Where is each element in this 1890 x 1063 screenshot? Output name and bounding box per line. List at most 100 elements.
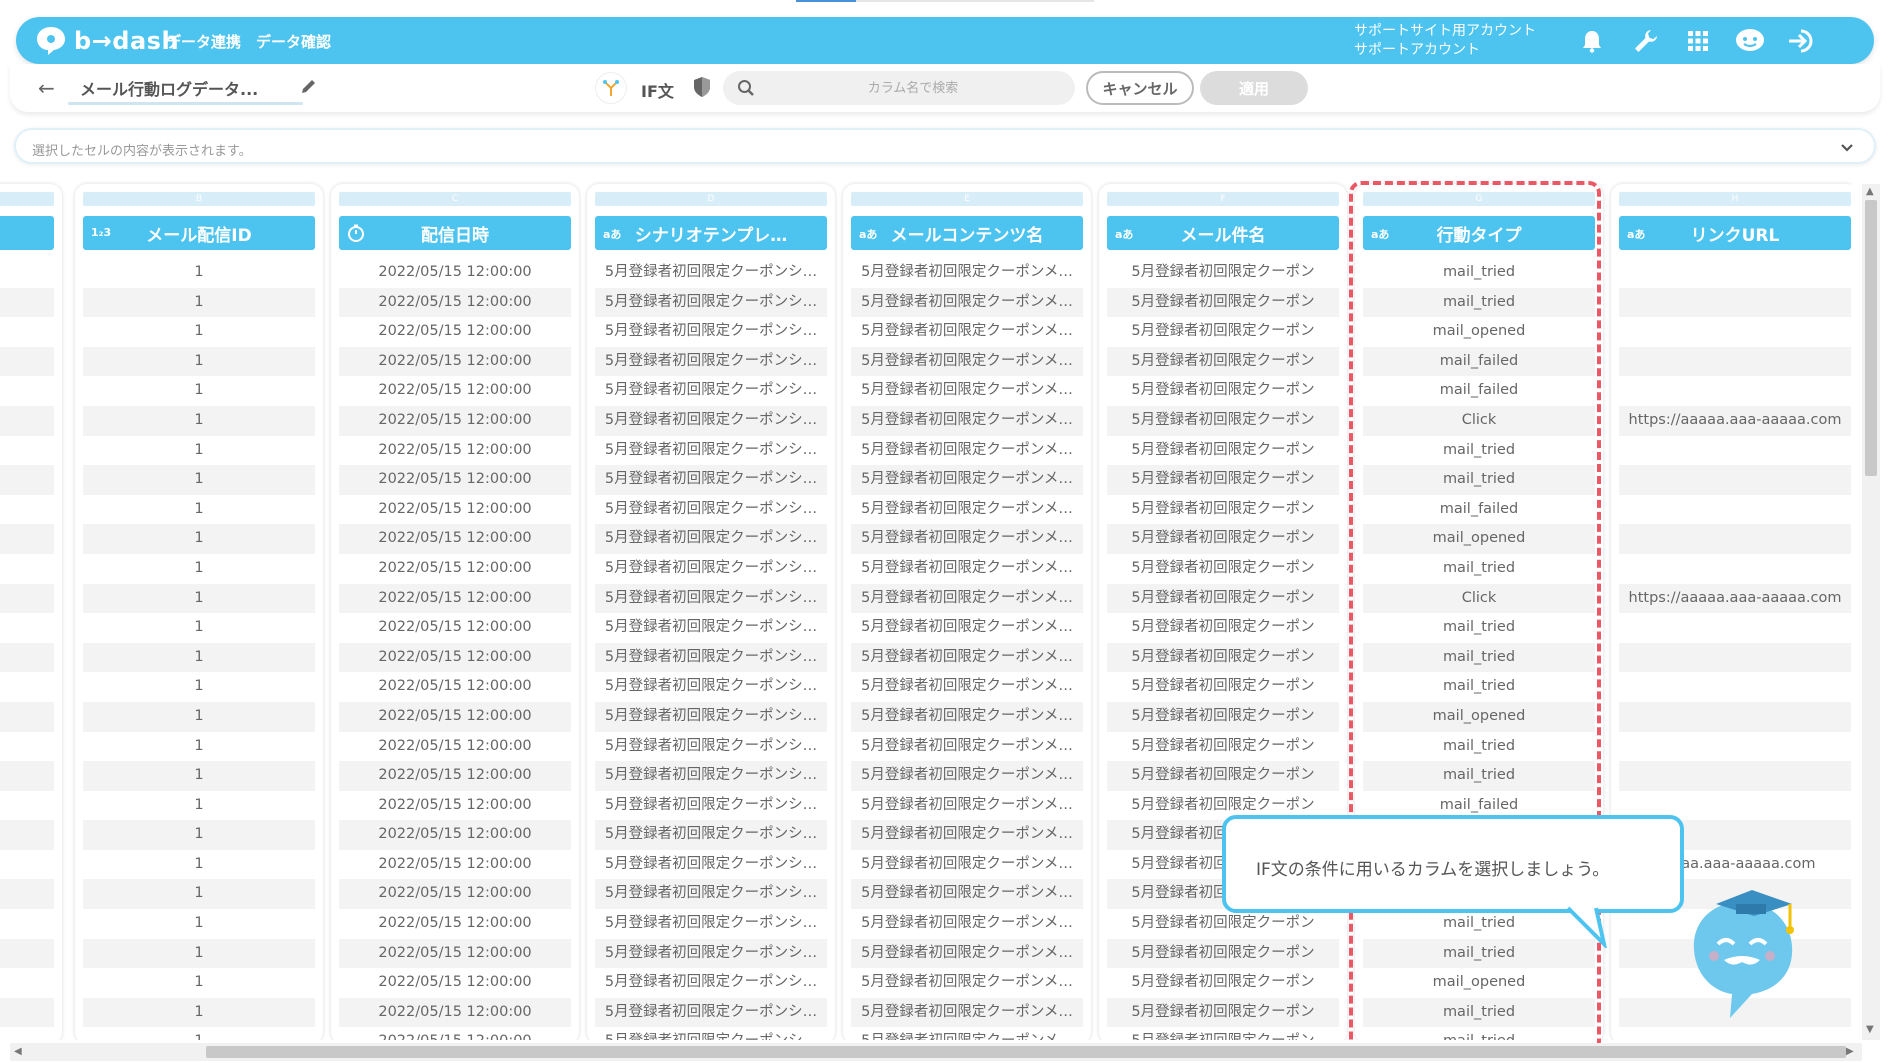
grid-cell[interactable]: mail_tried [1363,997,1595,1028]
grid-cell[interactable]: https://aaaaa.aaa-aaaaa.com [1619,583,1851,614]
grid-cell[interactable]: 5月登録者初回限定クーポンシ… [595,376,827,406]
horizontal-scroll-thumb[interactable] [206,1046,1846,1058]
grid-cell[interactable]: 2022/05/15 12:00:00 [339,258,571,288]
grid-cell[interactable]: 5月登録者初回限定クーポンシ… [595,938,827,969]
grid-cell[interactable]: 2022/05/15 12:00:00 [339,909,571,939]
grid-cell[interactable]: 1 [83,436,315,466]
grid-cell[interactable]: 1 [83,761,315,791]
grid-cell[interactable]: 5月登録者初回限定クーポン [1107,672,1339,702]
grid-cell[interactable]: 5月登録者初回限定クーポンメ… [851,938,1083,969]
grid-cell[interactable]: 5月登録者初回限定クーポン [1107,938,1339,969]
grid-cell[interactable]: mail_tried [1363,1027,1595,1040]
grid-cell[interactable]: 5月登録者初回限定クーポンメ… [851,997,1083,1028]
grid-cell[interactable]: 2022/05/15 12:00:00 [339,1027,571,1040]
grid-cell[interactable]: 1 [83,938,315,969]
logout-icon[interactable] [1786,25,1818,57]
sheet-title[interactable]: メール行動ログデータ... [80,76,290,100]
grid-cell[interactable]: 2022/05/15 12:00:00 [339,879,571,910]
grid-cell[interactable] [0,820,54,850]
grid-cell[interactable] [1619,701,1851,732]
grid-cell[interactable]: 1 [83,495,315,525]
grid-cell[interactable]: 2022/05/15 12:00:00 [339,761,571,791]
account-info[interactable]: サポートサイト用アカウント サポートアカウント [1354,22,1536,60]
grid-cell[interactable] [1619,258,1851,288]
grid-cell[interactable]: 5月登録者初回限定クーポンシ… [595,346,827,377]
grid-cell[interactable]: mail_opened [1363,524,1595,554]
grid-cell[interactable]: 5月登録者初回限定クーポンメ… [851,732,1083,762]
grid-cell[interactable] [0,791,54,821]
grid-cell[interactable]: 2022/05/15 12:00:00 [339,613,571,643]
column-header-scenario[interactable]: aあ シナリオテンプレ… [595,216,827,250]
grid-cell[interactable]: Click [1363,583,1595,614]
grid-cell[interactable]: 5月登録者初回限定クーポンメ… [851,613,1083,643]
grid-cell[interactable]: mail_failed [1363,376,1595,406]
grid-cell[interactable]: 2022/05/15 12:00:00 [339,376,571,406]
grid-cell[interactable]: 2022/05/15 12:00:00 [339,701,571,732]
grid-cell[interactable]: 1 [83,405,315,436]
grid-cell[interactable] [0,701,54,732]
grid-cell[interactable]: 5月登録者初回限定クーポンメ… [851,968,1083,998]
grid-cell[interactable]: 1 [83,1027,315,1040]
grid-cell[interactable] [1619,613,1851,643]
scroll-up-arrow-icon[interactable]: ▲ [1866,186,1874,197]
bdash-logo[interactable]: b→dash [34,24,179,58]
apply-button[interactable]: 適用 [1200,71,1308,105]
grid-cell[interactable] [0,997,54,1028]
grid-cell[interactable]: 5月登録者初回限定クーポン [1107,495,1339,525]
grid-cell[interactable]: mail_tried [1363,761,1595,791]
grid-cell[interactable]: 5月登録者初回限定クーポン [1107,583,1339,614]
grid-cell[interactable]: 5月登録者初回限定クーポンシ… [595,642,827,673]
column-header[interactable] [0,216,54,250]
column-header-action-type[interactable]: aあ 行動タイプ [1363,216,1595,250]
grid-cell[interactable]: 5月登録者初回限定クーポン [1107,346,1339,377]
grid-cell[interactable]: 5月登録者初回限定クーポンシ… [595,820,827,850]
nav-data-integration[interactable]: データ連携 [166,31,241,52]
grid-cell[interactable] [1619,317,1851,347]
grid-cell[interactable] [1619,346,1851,377]
grid-cell[interactable]: 5月登録者初回限定クーポンシ… [595,968,827,998]
edit-pencil-icon[interactable] [300,77,318,99]
if-branch-icon[interactable] [595,72,627,104]
grid-cell[interactable]: 5月登録者初回限定クーポンシ… [595,879,827,910]
grid-cell[interactable] [0,524,54,554]
grid-cell[interactable]: 2022/05/15 12:00:00 [339,968,571,998]
grid-cell[interactable]: mail_tried [1363,672,1595,702]
grid-cell[interactable]: 5月登録者初回限定クーポンメ… [851,672,1083,702]
grid-cell[interactable]: 1 [83,820,315,850]
horizontal-scrollbar[interactable]: ◀ ▶ [10,1043,1862,1061]
grid-cell[interactable]: mail_opened [1363,968,1595,998]
grid-cell[interactable]: 5月登録者初回限定クーポンメ… [851,642,1083,673]
mascot-chat-icon[interactable] [1734,25,1766,57]
grid-cell[interactable]: 5月登録者初回限定クーポン [1107,376,1339,406]
grid-cell[interactable]: 2022/05/15 12:00:00 [339,436,571,466]
grid-cell[interactable]: 5月登録者初回限定クーポンシ… [595,761,827,791]
grid-cell[interactable]: 5月登録者初回限定クーポンメ… [851,376,1083,406]
grid-cell[interactable]: 5月登録者初回限定クーポン [1107,968,1339,998]
grid-cell[interactable] [0,583,54,614]
grid-cell[interactable]: mail_tried [1363,465,1595,495]
grid-cell[interactable] [1619,436,1851,466]
grid-cell[interactable]: 5月登録者初回限定クーポンメ… [851,1027,1083,1040]
grid-cell[interactable]: 5月登録者初回限定クーポンメ… [851,465,1083,495]
grid-cell[interactable]: 2022/05/15 12:00:00 [339,317,571,347]
grid-cell[interactable]: 2022/05/15 12:00:00 [339,554,571,584]
grid-cell[interactable]: 5月登録者初回限定クーポンシ… [595,997,827,1028]
grid-cell[interactable]: 5月登録者初回限定クーポン [1107,436,1339,466]
grid-cell[interactable] [0,761,54,791]
grid-cell[interactable] [0,909,54,939]
grid-cell[interactable]: 1 [83,554,315,584]
grid-cell[interactable]: 1 [83,732,315,762]
grid-cell[interactable] [0,1027,54,1040]
grid-cell[interactable]: 5月登録者初回限定クーポンシ… [595,909,827,939]
grid-cell[interactable]: 5月登録者初回限定クーポンシ… [595,791,827,821]
wrench-icon[interactable] [1630,25,1662,57]
grid-cell[interactable] [0,642,54,673]
grid-cell[interactable]: 5月登録者初回限定クーポンシ… [595,405,827,436]
grid-cell[interactable]: 5月登録者初回限定クーポン [1107,405,1339,436]
grid-cell[interactable]: 2022/05/15 12:00:00 [339,346,571,377]
scroll-left-arrow-icon[interactable]: ◀ [14,1046,22,1057]
grid-cell[interactable]: 5月登録者初回限定クーポン [1107,732,1339,762]
grid-cell[interactable]: mail_tried [1363,642,1595,673]
grid-cell[interactable] [1619,761,1851,791]
scroll-down-arrow-icon[interactable]: ▼ [1866,1024,1874,1035]
